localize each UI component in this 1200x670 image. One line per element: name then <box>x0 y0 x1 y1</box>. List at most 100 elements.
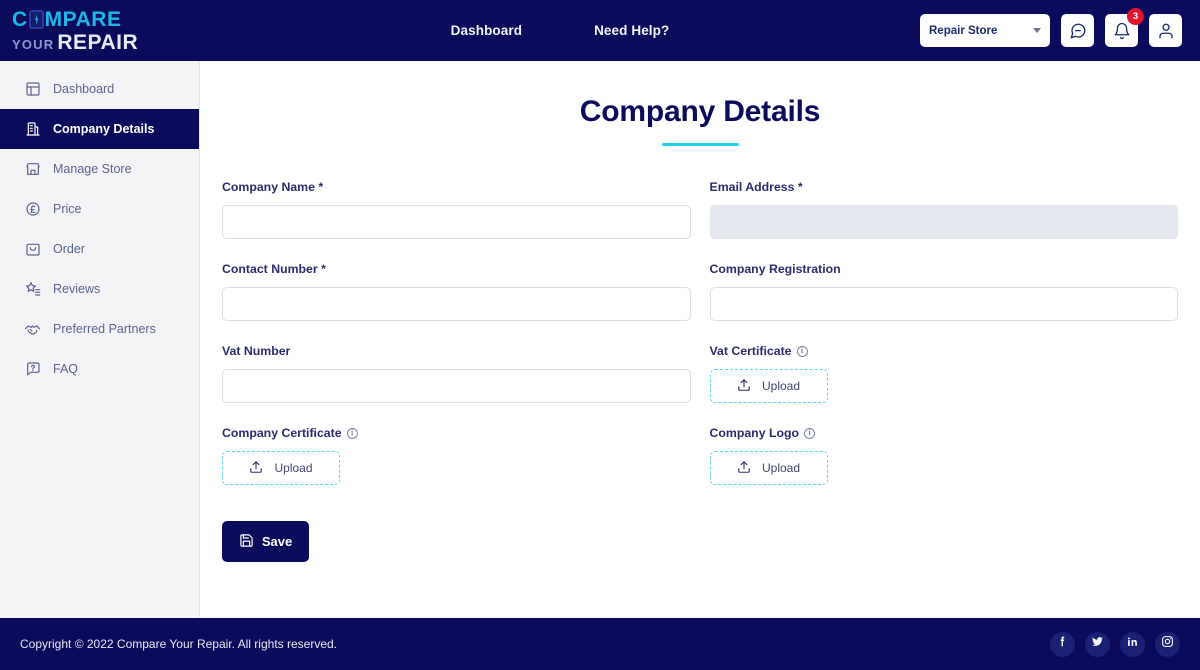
main-content: Company Details Company Name * Email Add… <box>200 61 1200 618</box>
phone-repair-icon <box>28 9 44 29</box>
store-icon <box>24 161 41 178</box>
upload-icon <box>249 460 263 477</box>
notifications-button[interactable]: 3 <box>1105 8 1144 47</box>
email-address-input <box>709 205 1178 239</box>
company-registration-input[interactable] <box>709 287 1178 321</box>
store-selector-value: Repair Store <box>929 24 998 37</box>
notification-badge-count: 3 <box>1127 8 1144 25</box>
field-vat-number: Vat Number <box>222 344 691 403</box>
sidebar-item-label: Order <box>53 242 85 256</box>
save-button[interactable]: Save <box>222 521 309 562</box>
field-company-registration: Company Registration <box>709 262 1178 321</box>
logo-text-repair: REPAIR <box>57 30 139 54</box>
field-vat-certificate: Vat Certificate i Upload <box>709 344 1179 403</box>
info-icon[interactable]: i <box>804 427 815 439</box>
field-label-group: Vat Certificate i <box>710 344 1179 358</box>
user-icon <box>1157 22 1175 40</box>
twitter-link[interactable] <box>1085 631 1110 657</box>
company-details-form: Company Name * Email Address * Contact N… <box>222 180 1178 508</box>
logo-text-mpare: MPARE <box>44 7 122 31</box>
top-right-actions: Repair Store 3 <box>920 8 1200 47</box>
handshake-icon <box>24 321 41 338</box>
brand-logo[interactable]: C MPARE YOUR REPAIR <box>0 9 200 53</box>
vat-number-input[interactable] <box>222 369 691 403</box>
social-links <box>1050 631 1180 657</box>
question-chat-icon <box>24 361 41 378</box>
field-label: Email Address * <box>709 180 803 194</box>
sidebar-item-preferred-partners[interactable]: Preferred Partners <box>0 309 199 349</box>
field-contact-number: Contact Number * <box>222 262 691 321</box>
pound-coin-icon <box>24 201 41 218</box>
field-company-certificate: Company Certificate i Upload <box>222 426 691 485</box>
company-name-input[interactable] <box>222 205 691 239</box>
chevron-down-icon <box>1033 28 1041 33</box>
topnav-item-need-help[interactable]: Need Help? <box>594 23 669 38</box>
upload-button-label: Upload <box>761 379 801 393</box>
user-profile-button[interactable] <box>1149 14 1182 47</box>
topnav-item-dashboard[interactable]: Dashboard <box>451 23 522 38</box>
sidebar-item-dashboard[interactable]: Dashboard <box>0 69 199 109</box>
upload-button-label: Upload <box>761 461 801 475</box>
facebook-icon <box>1056 635 1069 653</box>
vat-certificate-upload-button[interactable]: Upload <box>709 369 828 403</box>
sidebar-item-label: Preferred Partners <box>53 322 156 336</box>
info-icon[interactable]: i <box>346 427 358 439</box>
twitter-icon <box>1091 635 1104 653</box>
app-root: C MPARE YOUR REPAIR Dashboard Need Help?… <box>0 0 1200 670</box>
info-icon[interactable]: i <box>796 345 808 357</box>
facebook-link[interactable] <box>1050 631 1075 657</box>
copyright-text: Copyright © 2022 Compare Your Repair. Al… <box>20 637 338 651</box>
chat-icon <box>1069 22 1087 40</box>
instagram-icon <box>1161 635 1174 653</box>
sidebar-item-order[interactable]: Order <box>0 229 199 269</box>
sidebar-item-label: Company Details <box>53 122 155 136</box>
field-label-group: Company Certificate i <box>222 426 691 440</box>
linkedin-link[interactable] <box>1120 631 1145 657</box>
save-button-label: Save <box>261 534 293 549</box>
bell-icon <box>1113 22 1131 40</box>
dashboard-icon <box>24 81 41 98</box>
page-body: Dashboard Company Details Manage Store P… <box>0 61 1200 618</box>
store-selector-dropdown[interactable]: Repair Store <box>920 14 1050 47</box>
logo-text-c: C <box>12 7 28 31</box>
title-underline-accent <box>661 143 739 146</box>
field-label: Company Registration <box>709 262 841 276</box>
field-label: Vat Number <box>222 344 291 358</box>
top-navigation: Dashboard Need Help? <box>200 23 920 38</box>
field-company-logo: Company Logo i Upload <box>709 426 1179 485</box>
upload-icon <box>737 378 751 395</box>
sidebar-item-label: FAQ <box>53 362 79 376</box>
logo-line-your-repair: YOUR REPAIR <box>12 32 138 53</box>
field-label: Company Logo <box>709 426 800 440</box>
logo-text-your: YOUR <box>12 36 55 52</box>
sidebar-item-manage-store[interactable]: Manage Store <box>0 149 199 189</box>
sidebar-item-label: Manage Store <box>53 162 132 176</box>
building-icon <box>24 121 41 138</box>
sidebar-item-company-details[interactable]: Company Details <box>0 109 199 149</box>
upload-button-label: Upload <box>274 461 313 475</box>
messages-button[interactable] <box>1061 14 1094 47</box>
page-title: Company Details <box>579 95 821 128</box>
field-label: Company Name * <box>222 180 324 194</box>
upload-icon <box>737 460 751 477</box>
company-logo-upload-button[interactable]: Upload <box>709 451 828 485</box>
bag-icon <box>24 241 41 258</box>
sidebar-item-faq[interactable]: FAQ <box>0 349 199 389</box>
field-company-name: Company Name * <box>222 180 691 239</box>
field-label: Contact Number * <box>222 262 326 276</box>
sidebar-navigation: Dashboard Company Details Manage Store P… <box>0 61 200 618</box>
field-label: Vat Certificate <box>709 344 792 358</box>
contact-number-input[interactable] <box>222 287 691 321</box>
sidebar-item-label: Dashboard <box>53 82 115 96</box>
instagram-link[interactable] <box>1155 631 1180 657</box>
sidebar-item-reviews[interactable]: Reviews <box>0 269 199 309</box>
save-disk-icon <box>239 533 254 551</box>
star-list-icon <box>24 281 41 298</box>
page-footer: Copyright © 2022 Compare Your Repair. Al… <box>0 618 1200 670</box>
logo-line-compare: C MPARE <box>12 9 138 30</box>
field-label: Company Certificate <box>222 426 342 440</box>
company-certificate-upload-button[interactable]: Upload <box>222 451 340 485</box>
sidebar-item-label: Price <box>53 202 82 216</box>
sidebar-item-price[interactable]: Price <box>0 189 199 229</box>
linkedin-icon <box>1126 635 1139 653</box>
